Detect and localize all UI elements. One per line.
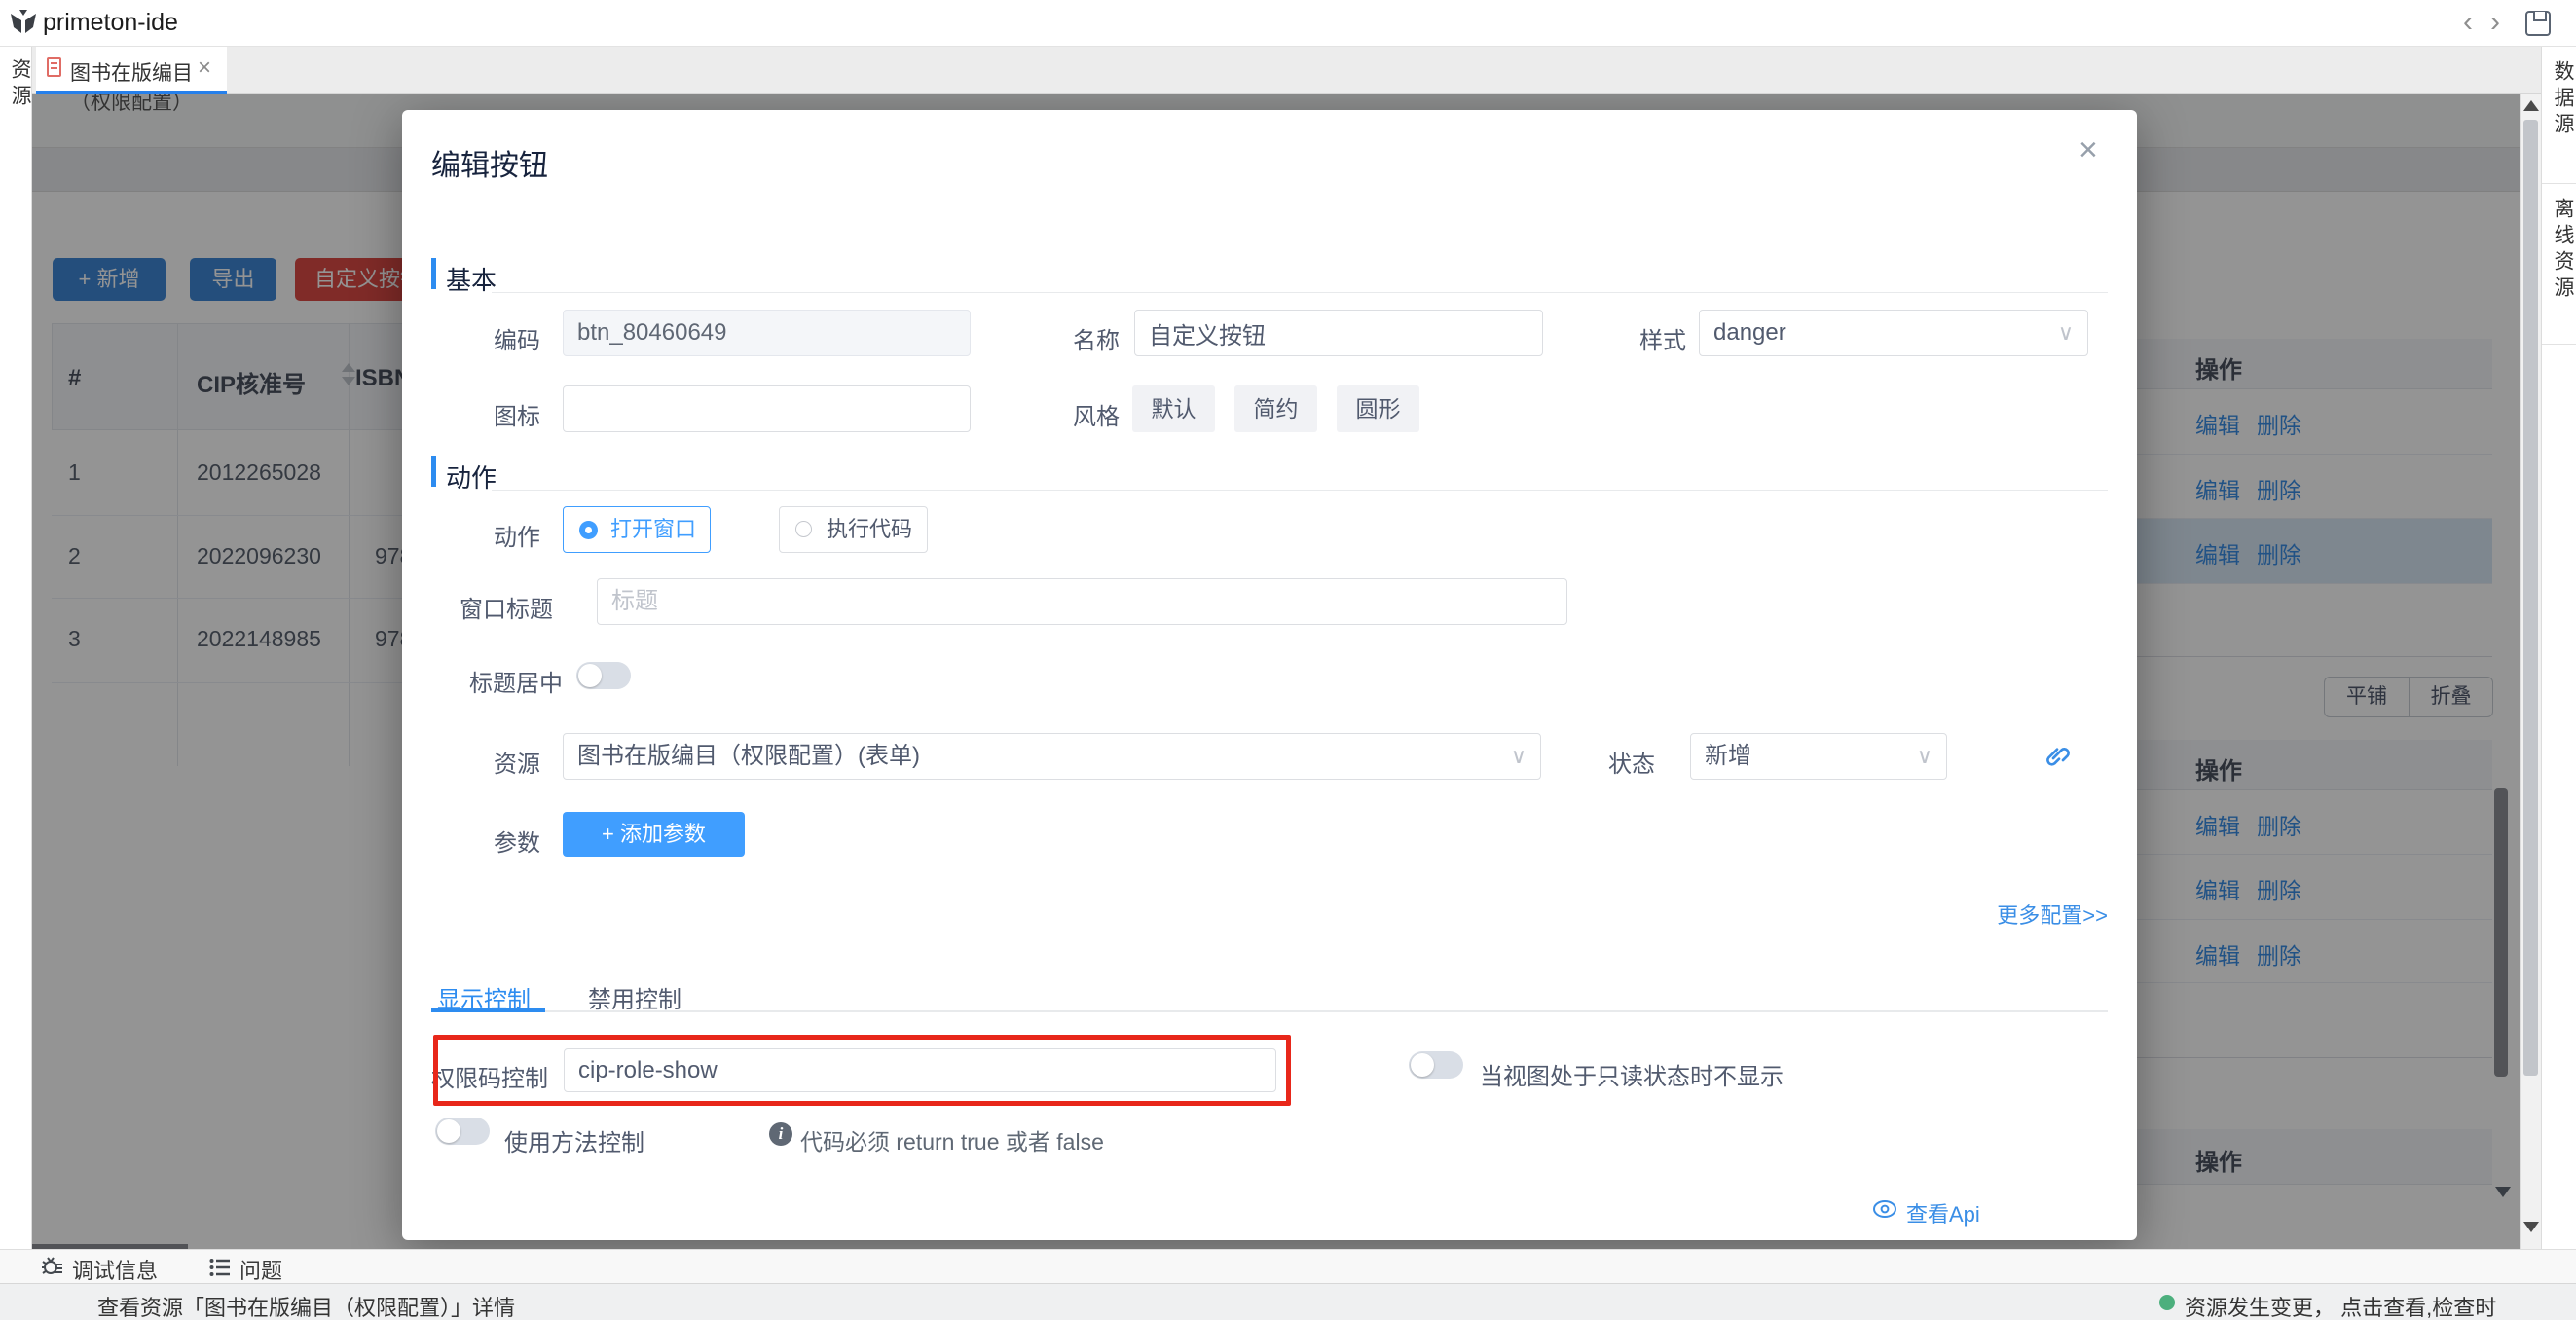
section-bar	[431, 456, 436, 487]
tabs-divider	[431, 1010, 2108, 1012]
state-value: 新增	[1705, 743, 1751, 769]
eye-icon[interactable]	[1871, 1197, 1898, 1221]
icon-input[interactable]	[563, 385, 971, 432]
tab-active-underline	[36, 91, 227, 94]
status-green-dot-icon	[2159, 1295, 2175, 1310]
add-param-button[interactable]: + 添加参数	[563, 812, 745, 857]
chevron-down-icon: ∨	[1917, 734, 1932, 779]
debug-info-item[interactable]: 调试信息	[72, 1254, 158, 1285]
code-label: 编码	[431, 321, 540, 355]
nav-back-icon[interactable]: ‹	[2455, 6, 2481, 39]
v-scrollbar[interactable]	[2520, 94, 2541, 1249]
shape-round-button[interactable]: 圆形	[1337, 385, 1419, 432]
link-icon[interactable]	[2040, 741, 2071, 772]
window-title-input[interactable]	[597, 578, 1567, 625]
dialog-title: 编辑按钮	[431, 141, 548, 184]
style-value: danger	[1713, 319, 1786, 346]
scrollbar-thumb[interactable]	[2523, 120, 2538, 1076]
method-hint: 代码必须 return true 或者 false	[800, 1123, 1104, 1156]
params-label: 参数	[431, 824, 540, 858]
title-center-toggle[interactable]	[576, 662, 631, 689]
window-title-label: 窗口标题	[431, 590, 553, 624]
shape-label: 风格	[1032, 397, 1120, 431]
action-label: 动作	[431, 518, 540, 552]
action-run-code-radio[interactable]: 执行代码	[779, 506, 928, 553]
tab-active-underline	[431, 1008, 545, 1012]
resource-label: 资源	[431, 745, 540, 779]
info-icon: i	[769, 1122, 792, 1146]
section-bar	[431, 258, 436, 289]
action-open-label: 打开窗口	[610, 507, 696, 552]
style-select[interactable]: danger ∨	[1699, 310, 2088, 356]
section-action-title: 动作	[446, 458, 497, 495]
problems-icon	[209, 1257, 231, 1278]
more-config-link[interactable]: 更多配置>>	[1906, 898, 2108, 930]
tab-active[interactable]: 图书在版编目（权限配置） ×	[36, 47, 227, 91]
scroll-up-icon[interactable]	[2523, 100, 2539, 111]
state-label: 状态	[1567, 745, 1655, 779]
tab-close-icon[interactable]: ×	[198, 55, 211, 82]
chevron-down-icon: ∨	[2058, 311, 2074, 355]
tab-disable-control[interactable]: 禁用控制	[588, 980, 681, 1014]
left-rail-resources[interactable]: 资源	[5, 58, 34, 111]
method-control-toggle[interactable]	[435, 1118, 490, 1145]
status-bar: 查看资源「图书在版编目（权限配置）」详情 资源发生变更， 点击查看,检查时间:1…	[0, 1283, 2576, 1320]
method-control-label: 使用方法控制	[504, 1123, 644, 1157]
state-select[interactable]: 新增 ∨	[1690, 733, 1947, 780]
nav-forward-icon[interactable]: ›	[2483, 6, 2508, 39]
problems-item[interactable]: 问题	[239, 1254, 282, 1285]
right-rail-offline[interactable]: 离线资源	[2548, 198, 2576, 303]
status-right-text[interactable]: 资源发生变更， 点击查看,检查时间:16:24	[2185, 1291, 2576, 1320]
tab-bar: 图书在版编目（权限配置） ×	[32, 47, 2541, 94]
section-basic-title: 基本	[446, 261, 497, 297]
radio-unselected-icon	[795, 521, 812, 537]
name-input[interactable]	[1134, 310, 1543, 356]
save-icon[interactable]	[2525, 11, 2551, 36]
radio-selected-icon	[579, 521, 598, 539]
resource-value: 图书在版编目（权限配置）(表单)	[577, 743, 920, 769]
dialog-close-icon[interactable]: ×	[2079, 133, 2098, 166]
resource-select[interactable]: 图书在版编目（权限配置）(表单) ∨	[563, 733, 1541, 780]
title-center-label: 标题居中	[431, 664, 563, 698]
view-api-link[interactable]: 查看Api	[1906, 1197, 1980, 1228]
app-window: + 新增 导出 自定义按钮 # CIP核准号 ISBN 1 2012265028…	[0, 0, 2576, 1320]
style-label: 样式	[1597, 321, 1686, 355]
action-code-label: 执行代码	[827, 507, 912, 552]
right-rail-datasource[interactable]: 数据源	[2548, 60, 2576, 139]
readonly-hide-toggle[interactable]	[1409, 1051, 1463, 1079]
app-logo-icon	[8, 8, 39, 39]
code-input[interactable]	[563, 310, 971, 356]
form-doc-icon	[47, 57, 61, 77]
shape-simple-button[interactable]: 简约	[1234, 385, 1317, 432]
scroll-down-icon[interactable]	[2523, 1222, 2539, 1232]
title-bar: primeton-ide ‹ ›	[0, 0, 2576, 47]
status-left-text: 查看资源「图书在版编目（权限配置）」详情	[97, 1291, 515, 1320]
annotation-red-box	[433, 1035, 1291, 1106]
icon-label: 图标	[431, 397, 540, 431]
app-title: primeton-ide	[43, 9, 178, 37]
right-rail: 数据源 离线资源	[2541, 47, 2576, 1249]
bottom-panel-bar: 调试信息 问题	[0, 1249, 2576, 1283]
shape-default-button[interactable]: 默认	[1132, 385, 1215, 432]
chevron-down-icon: ∨	[1511, 734, 1527, 779]
left-rail: 资源	[0, 47, 32, 1249]
readonly-hide-label: 当视图处于只读状态时不显示	[1480, 1057, 1784, 1091]
name-label: 名称	[1032, 321, 1120, 355]
debug-icon	[41, 1256, 64, 1279]
action-open-window-radio[interactable]: 打开窗口	[563, 506, 711, 553]
